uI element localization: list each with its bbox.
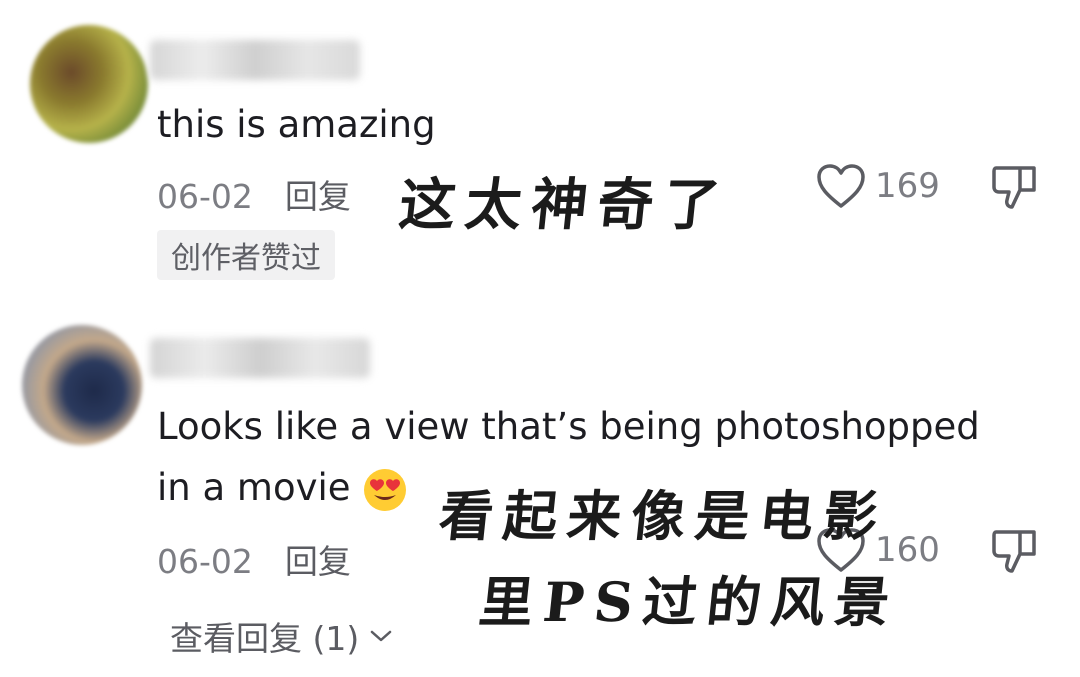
username-blurred[interactable] — [150, 338, 370, 378]
reply-button[interactable]: 回复 — [285, 542, 351, 581]
avatar[interactable] — [22, 325, 142, 445]
comment-item: Looks like a view that’s being photoshop… — [0, 300, 1080, 677]
comment-meta: 06-02 回复 — [157, 535, 351, 583]
caption-overlay: 这太神奇了 — [396, 172, 733, 238]
view-replies-label: 查看回复 (1) — [170, 619, 360, 658]
thumbs-down-icon — [992, 530, 1036, 573]
comment-item: this is amazing 06-02 回复 这太神奇了 169 创作者赞过 — [0, 0, 1080, 300]
like-count: 169 — [875, 166, 940, 206]
comment-text-line: in a movie — [157, 458, 408, 518]
comment-date: 06-02 — [157, 177, 253, 216]
comment-meta: 06-02 回复 — [157, 170, 351, 218]
dislike-button[interactable] — [990, 163, 1040, 215]
heart-eyes-emoji — [364, 468, 407, 511]
thumbs-down-icon — [992, 166, 1036, 209]
comment-text-line2: in a movie — [157, 466, 351, 509]
comment-text: this is amazing — [157, 103, 436, 146]
caption-overlay-line: 看起来像是电影 — [436, 484, 891, 548]
username-blurred[interactable] — [150, 40, 360, 80]
comment-text-line: Looks like a view that’s being photoshop… — [157, 405, 980, 448]
comment-date: 06-02 — [157, 542, 253, 581]
heart-outline-icon — [817, 164, 865, 208]
chevron-down-icon — [370, 630, 392, 642]
like-button[interactable]: 169 — [815, 162, 940, 210]
creator-liked-badge: 创作者赞过 — [157, 230, 335, 280]
caption-overlay-line: 里PS过的风景 — [476, 570, 903, 634]
reply-button[interactable]: 回复 — [285, 177, 351, 216]
dislike-button[interactable] — [990, 527, 1040, 579]
avatar[interactable] — [30, 25, 148, 143]
view-replies-button[interactable]: 查看回复 (1) — [170, 612, 393, 660]
